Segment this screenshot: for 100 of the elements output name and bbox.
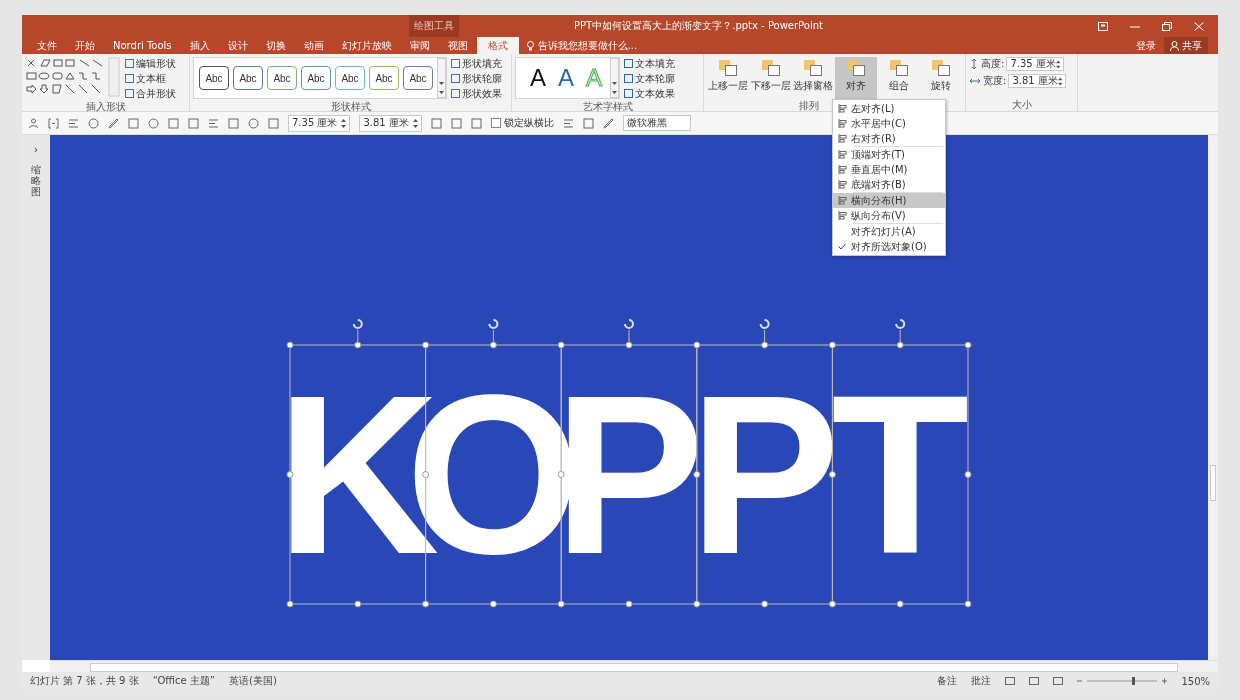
wordart-preset[interactable]: A xyxy=(554,63,578,93)
lines-icon[interactable] xyxy=(562,117,574,129)
ribbon-tab[interactable]: 幻灯片放映 xyxy=(332,37,401,54)
width-field[interactable]: 3.81 厘米 xyxy=(359,114,422,132)
square-icon[interactable] xyxy=(430,117,442,129)
ribbon-command[interactable]: 选择窗格 xyxy=(792,57,834,99)
style-preset[interactable]: Abc xyxy=(199,66,229,90)
ribbon-command[interactable]: 下移一层 xyxy=(749,57,792,99)
restore-icon[interactable] xyxy=(1162,21,1172,31)
window-title: PPT中如何设置高大上的渐变文字？.pptx - PowerPoint xyxy=(573,19,824,33)
height-field[interactable]: 7.35 厘米 xyxy=(288,114,351,132)
ribbon-command[interactable]: 文本效果 xyxy=(624,87,675,100)
circle-icon[interactable] xyxy=(88,117,99,129)
ribbon-tab[interactable]: 格式 xyxy=(476,37,519,54)
gallery-scroll-icon[interactable] xyxy=(437,58,446,98)
width-field[interactable]: 3.81 厘米 xyxy=(1008,74,1067,88)
wordart-preset[interactable]: A xyxy=(526,63,550,93)
square-icon[interactable] xyxy=(128,117,139,129)
ribbon-command[interactable]: 形状轮廓 xyxy=(451,72,502,85)
style-preset[interactable]: Abc xyxy=(233,66,263,90)
square-icon[interactable] xyxy=(188,117,199,129)
ribbon-tab[interactable]: 动画 xyxy=(294,37,333,54)
circle-icon[interactable] xyxy=(148,117,159,129)
menu-item[interactable]: 水平居中(C) xyxy=(833,116,945,131)
zoom-slider-drawing[interactable] xyxy=(1077,677,1168,685)
style-preset[interactable]: Abc xyxy=(369,66,399,90)
menu-item[interactable]: 右对齐(R) xyxy=(833,131,945,146)
ribbon-command[interactable]: 形状填充 xyxy=(451,57,502,70)
menu-item[interactable]: 纵向分布(V) xyxy=(833,208,945,223)
square-icon[interactable] xyxy=(470,117,482,129)
circle-icon[interactable] xyxy=(248,117,259,129)
square-icon[interactable] xyxy=(582,117,594,129)
person-icon[interactable] xyxy=(28,117,39,129)
height-field[interactable]: 7.35 厘米 xyxy=(1006,57,1065,71)
align-icon xyxy=(837,119,847,128)
checkbox[interactable] xyxy=(490,118,501,128)
ribbon-tab[interactable]: 插入 xyxy=(180,37,219,54)
ribbon-command[interactable]: 文本框 xyxy=(125,72,176,85)
square-icon[interactable] xyxy=(228,117,239,129)
font-field[interactable]: 微软雅黑 xyxy=(622,115,691,131)
vertical-scrollbar[interactable] xyxy=(1208,135,1218,660)
group-label: 艺术字样式 xyxy=(582,100,633,113)
menu-item[interactable]: 横向分布(H) xyxy=(833,193,945,208)
zoom-level[interactable]: 150% xyxy=(1181,675,1210,687)
menu-item[interactable]: 对齐所选对象(O) xyxy=(833,239,945,254)
group-label: 形状样式 xyxy=(330,100,371,113)
menu-item[interactable]: 对齐幻灯片(A) xyxy=(833,224,945,239)
sign-in-link[interactable]: 登录 xyxy=(1128,37,1164,54)
view-icon[interactable] xyxy=(1029,677,1040,685)
slide-counter: 幻灯片 第 7 张，共 9 张 xyxy=(30,674,139,688)
ribbon-command[interactable]: 文本填充 xyxy=(624,57,675,70)
ribbon-command[interactable]: 组合 xyxy=(877,57,920,99)
bracket-icon[interactable] xyxy=(48,117,59,129)
ribbon-command[interactable]: 旋转 xyxy=(920,57,963,99)
ribbon-command[interactable]: 文本轮廓 xyxy=(624,72,675,85)
group-label: 排列 xyxy=(799,99,819,112)
comments-button[interactable]: 批注 xyxy=(971,674,992,688)
ribbon-tab[interactable]: 文件 xyxy=(28,37,66,54)
ribbon-tab[interactable]: 开始 xyxy=(66,37,104,54)
notes-button[interactable]: 备注 xyxy=(937,674,958,688)
lines-icon[interactable] xyxy=(68,117,79,129)
horizontal-scrollbar[interactable] xyxy=(50,660,1218,672)
style-preset[interactable]: Abc xyxy=(267,66,297,90)
ribbon-command[interactable]: 编辑形状 xyxy=(125,57,176,70)
square-icon[interactable] xyxy=(450,117,462,129)
ribbon-tab[interactable]: 视图 xyxy=(438,37,477,54)
ribbon-tab[interactable]: 设计 xyxy=(218,37,257,54)
menu-item[interactable]: 顶端对齐(T) xyxy=(833,147,945,162)
expand-pane-button[interactable]: › xyxy=(33,143,39,156)
language-indicator[interactable]: 英语(美国) xyxy=(229,674,277,688)
menu-item[interactable]: 左对齐(L) xyxy=(833,101,945,116)
ribbon-command[interactable]: 形状效果 xyxy=(451,87,502,100)
square-icon[interactable] xyxy=(268,117,279,129)
align-icon xyxy=(837,180,847,189)
style-preset[interactable]: Abc xyxy=(301,66,331,90)
ribbon-display-icon[interactable] xyxy=(1098,21,1108,31)
menu-item[interactable]: 底端对齐(B) xyxy=(833,177,945,192)
ribbon-tab[interactable]: 切换 xyxy=(256,37,295,54)
square-icon[interactable] xyxy=(168,117,179,129)
gallery-scroll-icon[interactable] xyxy=(610,58,619,98)
pen-icon[interactable] xyxy=(108,117,119,129)
style-preset[interactable]: Abc xyxy=(403,66,433,90)
ribbon-tab[interactable]: 审阅 xyxy=(400,37,439,54)
lines-icon[interactable] xyxy=(208,117,219,129)
ribbon-command[interactable]: 合并形状 xyxy=(125,87,176,100)
tell-me-field[interactable]: 告诉我您想要做什么... xyxy=(526,37,668,54)
pane-label[interactable]: 缩略图 xyxy=(31,164,41,197)
style-preset[interactable]: Abc xyxy=(335,66,365,90)
share-button[interactable]: 共享 xyxy=(1164,37,1208,54)
ribbon-tab[interactable]: Nordri Tools xyxy=(104,37,181,54)
ribbon-command[interactable]: 上移一层 xyxy=(707,57,749,99)
menu-item[interactable]: 垂直居中(M) xyxy=(833,162,945,177)
view-icon[interactable] xyxy=(1005,677,1016,685)
align-icon xyxy=(837,211,847,220)
pen-icon[interactable] xyxy=(602,117,614,129)
ribbon-command[interactable]: 对齐 xyxy=(835,57,877,99)
view-icon[interactable] xyxy=(1053,677,1064,685)
square-icon xyxy=(451,59,460,68)
close-icon[interactable] xyxy=(1194,21,1204,31)
shape-gallery-drawing[interactable] xyxy=(25,57,121,97)
